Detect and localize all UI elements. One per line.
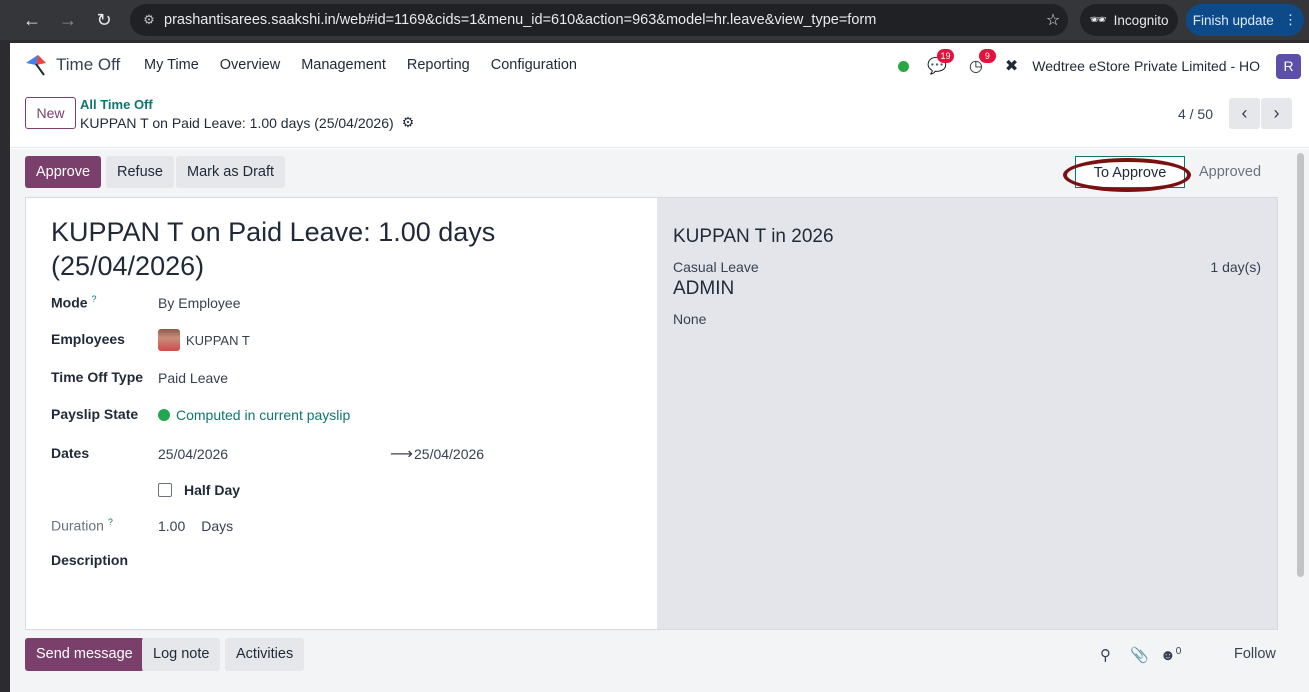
mark-as-draft-button[interactable]: Mark as Draft bbox=[176, 156, 286, 188]
mode-label: Mode ? bbox=[51, 294, 96, 311]
pager-next-button[interactable]: › bbox=[1261, 98, 1292, 129]
description-label: Description bbox=[51, 552, 129, 568]
more-vert-icon: ⋮ bbox=[1283, 12, 1298, 27]
record-title: KUPPAN T on Paid Leave: 1.00 days (25/04… bbox=[51, 217, 496, 281]
summary-leave-type: Casual Leave bbox=[673, 259, 759, 275]
debug-tools-icon[interactable]: ✖ bbox=[1005, 56, 1018, 76]
activities-button[interactable]: Activities bbox=[225, 638, 305, 671]
app-brand[interactable]: Time Off bbox=[24, 53, 120, 77]
mode-value: By Employee bbox=[158, 295, 241, 311]
breadcrumb-current-label: KUPPAN T on Paid Leave: 1.00 days (25/04… bbox=[80, 114, 394, 131]
date-to-value: 25/04/2026 bbox=[414, 446, 485, 462]
payslip-state-value: Computed in current payslip bbox=[176, 407, 351, 423]
half-day-label: Half Day bbox=[184, 482, 241, 498]
menu-reporting[interactable]: Reporting bbox=[407, 57, 470, 73]
duration-field[interactable]: 1.00 Days bbox=[158, 518, 233, 534]
pager-value[interactable]: 4 / 50 bbox=[1178, 106, 1213, 122]
refuse-button[interactable]: Refuse bbox=[106, 156, 174, 188]
employees-label: Employees bbox=[51, 331, 125, 347]
incognito-indicator[interactable]: 🕶 Incognito bbox=[1080, 4, 1178, 36]
followers-count: 0 bbox=[1175, 646, 1182, 657]
finish-update-label: Finish update bbox=[1192, 12, 1274, 28]
browser-toolbar: ← → ↻ ⚙ prashantisarees.saakshi.in/web#i… bbox=[0, 0, 1309, 40]
paperclip-icon[interactable]: 📎 bbox=[1130, 646, 1149, 664]
status-dot-icon bbox=[158, 409, 170, 421]
highlight-annotation bbox=[1063, 158, 1191, 192]
form-main: KUPPAN T on Paid Leave: 1.00 days (25/04… bbox=[26, 198, 657, 629]
date-to-field[interactable]: 25/04/2026 bbox=[414, 446, 484, 462]
mode-label-text: Mode bbox=[51, 294, 88, 311]
summary-department: ADMIN bbox=[673, 278, 735, 299]
time-off-type-value: Paid Leave bbox=[158, 370, 229, 386]
pager-previous-button[interactable]: ‹ bbox=[1229, 98, 1260, 129]
activities-badge: 9 bbox=[978, 49, 996, 63]
finish-update-button[interactable]: Finish update ⋮ bbox=[1186, 4, 1304, 36]
stage-approved[interactable]: Approved bbox=[1185, 156, 1275, 188]
menu-configuration[interactable]: Configuration bbox=[491, 57, 577, 73]
duration-label-text: Duration bbox=[51, 517, 104, 534]
log-note-button[interactable]: Log note bbox=[142, 638, 221, 671]
allocation-summary-panel: KUPPAN T in 2026 Casual Leave 1 day(s) A… bbox=[657, 198, 1277, 629]
address-bar[interactable]: ⚙ prashantisarees.saakshi.in/web#id=1169… bbox=[130, 4, 1068, 36]
summary-manager: None bbox=[673, 311, 707, 327]
gear-icon[interactable]: ⚙ bbox=[402, 114, 415, 131]
date-from-value: 25/04/2026 bbox=[158, 446, 229, 462]
main-menu: My Time Overview Management Reporting Co… bbox=[144, 57, 598, 73]
employee-tag[interactable]: KUPPAN T bbox=[186, 333, 250, 348]
payslip-state-field: Computed in current payslip bbox=[158, 407, 350, 423]
presence-status-icon[interactable] bbox=[897, 60, 909, 72]
help-tooltip-icon[interactable]: ? bbox=[108, 517, 113, 527]
forward-icon[interactable]: → bbox=[50, 2, 86, 38]
activity-menu[interactable]: ◷ 9 bbox=[969, 49, 996, 76]
dates-label: Dates bbox=[51, 445, 90, 461]
employee-avatar bbox=[158, 329, 180, 351]
reload-icon[interactable]: ↻ bbox=[86, 2, 122, 38]
summary-title: KUPPAN T in 2026 bbox=[673, 226, 834, 247]
summary-leave-days: 1 day(s) bbox=[1210, 259, 1261, 275]
help-tooltip-icon[interactable]: ? bbox=[91, 294, 96, 304]
messages-badge: 19 bbox=[936, 49, 954, 63]
form-sheet: KUPPAN T on Paid Leave: 1.00 days (25/04… bbox=[25, 197, 1278, 630]
site-info-icon[interactable]: ⚙ bbox=[134, 12, 164, 28]
bookmark-star-icon[interactable]: ☆ bbox=[1038, 10, 1068, 30]
half-day-field[interactable]: Half Day bbox=[158, 482, 240, 498]
send-message-button[interactable]: Send message bbox=[25, 638, 144, 671]
app-name: Time Off bbox=[56, 55, 121, 74]
mode-field[interactable]: By Employee bbox=[158, 295, 240, 311]
new-button[interactable]: New bbox=[25, 97, 76, 129]
followers-button[interactable]: ☻0 bbox=[1160, 646, 1181, 664]
incognito-icon: 🕶 bbox=[1089, 12, 1107, 27]
search-icon[interactable]: ⚲ bbox=[1100, 646, 1111, 664]
duration-unit: Days bbox=[201, 518, 234, 534]
company-switcher[interactable]: Wedtree eStore Private Limited - HO bbox=[1032, 58, 1260, 74]
top-navbar: Time Off My Time Overview Management Rep… bbox=[10, 43, 1309, 90]
messaging-menu[interactable]: 💬 19 bbox=[927, 49, 954, 76]
half-day-checkbox[interactable] bbox=[158, 483, 172, 497]
time-off-type-label: Time Off Type bbox=[51, 369, 144, 385]
back-icon[interactable]: ← bbox=[14, 2, 50, 38]
payslip-state-label: Payslip State bbox=[51, 406, 139, 422]
arrow-right-icon: ⟶ bbox=[390, 446, 413, 463]
time-off-app-icon bbox=[26, 55, 46, 76]
menu-management[interactable]: Management bbox=[301, 57, 386, 73]
url-text: prashantisarees.saakshi.in/web#id=1169&c… bbox=[164, 12, 877, 28]
control-panel: New All Time Off KUPPAN T on Paid Leave:… bbox=[10, 90, 1309, 148]
duration-value: 1.00 bbox=[158, 518, 186, 534]
scrollbar[interactable] bbox=[1297, 153, 1304, 577]
approve-button[interactable]: Approve bbox=[25, 156, 101, 188]
follow-button[interactable]: Follow bbox=[1234, 646, 1276, 662]
person-icon: ☻ bbox=[1160, 647, 1176, 664]
menu-my-time[interactable]: My Time bbox=[144, 57, 199, 73]
time-off-type-field[interactable]: Paid Leave bbox=[158, 370, 228, 386]
menu-overview[interactable]: Overview bbox=[220, 57, 280, 73]
incognito-label: Incognito bbox=[1113, 12, 1169, 28]
breadcrumb-parent-link[interactable]: All Time Off bbox=[80, 97, 153, 112]
odoo-app: Time Off My Time Overview Management Rep… bbox=[10, 43, 1309, 692]
employees-field[interactable]: KUPPAN T bbox=[158, 329, 250, 351]
user-avatar[interactable]: R bbox=[1276, 53, 1301, 79]
duration-label: Duration ? bbox=[51, 517, 113, 534]
date-from-field[interactable]: 25/04/2026 bbox=[158, 446, 228, 462]
systray: 💬 19 ◷ 9 ✖ Wedtree eStore Private Limite… bbox=[897, 49, 1301, 79]
breadcrumb-current: KUPPAN T on Paid Leave: 1.00 days (25/04… bbox=[80, 114, 414, 131]
